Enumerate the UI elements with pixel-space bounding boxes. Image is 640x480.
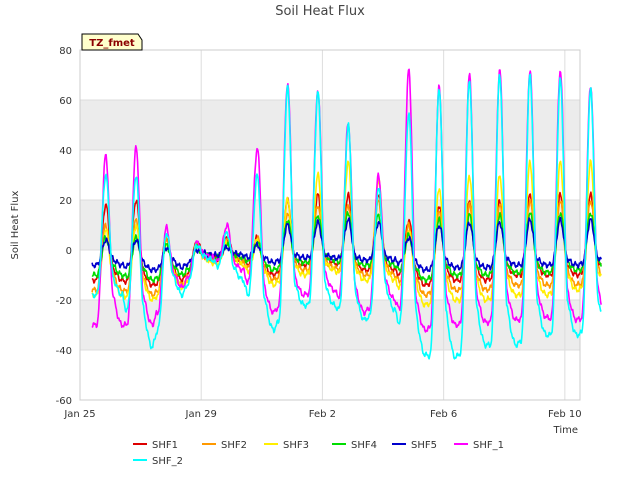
x-axis-label: Time	[553, 425, 578, 436]
x-tick-label: Feb 6	[430, 409, 457, 420]
tag-label: TZ_fmet	[89, 38, 135, 49]
y-axis-ticks: -60 -40 -20 0 20 40 60 80	[56, 46, 72, 407]
x-tick-label: Jan 25	[63, 409, 95, 420]
legend: SHF1 SHF2 SHF3 SHF4 SHF5 SHF_1 SHF_2	[133, 440, 504, 467]
y-tick-label: -60	[56, 396, 72, 407]
x-axis-ticks: Jan 25 Jan 29 Feb 2 Feb 6 Feb 10	[63, 409, 581, 420]
y-tick-label: 40	[59, 146, 72, 157]
background-band	[80, 300, 580, 350]
background-band	[80, 100, 580, 150]
y-tick-label: -40	[56, 346, 72, 357]
legend-label: SHF1	[152, 440, 178, 451]
soil-heat-flux-chart: Soil Heat Flux -60 -40 -20 0 20 40 60 80 Jan 25…	[10, 4, 602, 467]
legend-label: SHF4	[351, 440, 377, 451]
y-tick-label: 80	[59, 46, 72, 57]
chart-title: Soil Heat Flux	[275, 4, 365, 19]
y-tick-label: -20	[56, 296, 72, 307]
x-tick-label: Jan 29	[185, 409, 217, 420]
x-tick-label: Feb 2	[309, 409, 336, 420]
y-tick-label: 20	[59, 196, 72, 207]
y-axis-label: Soil Heat Flux	[10, 190, 21, 259]
legend-label: SHF3	[283, 440, 309, 451]
legend-label: SHF2	[221, 440, 247, 451]
y-tick-label: 60	[59, 96, 72, 107]
legend-label: SHF_1	[473, 440, 504, 451]
x-tick-label: Feb 10	[548, 409, 582, 420]
legend-label: SHF5	[411, 440, 437, 451]
tag-box: TZ_fmet	[81, 33, 143, 51]
y-tick-label: 0	[66, 246, 72, 257]
legend-label: SHF_2	[152, 456, 183, 467]
